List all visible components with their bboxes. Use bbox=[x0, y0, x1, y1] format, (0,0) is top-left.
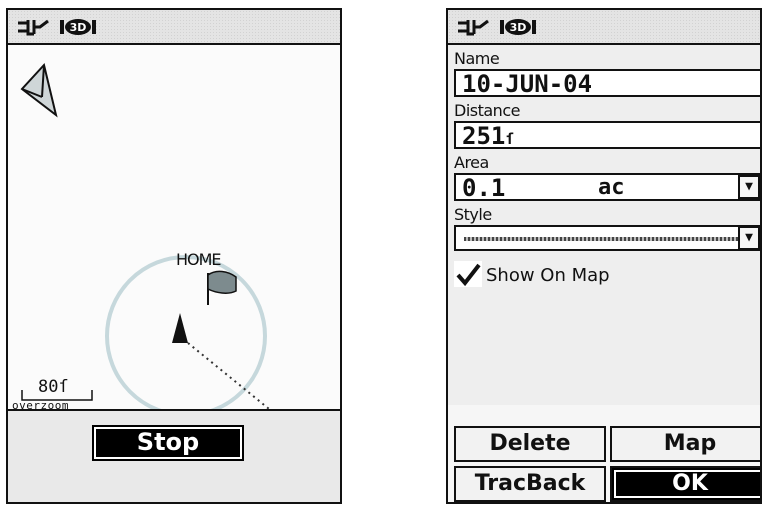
status-bar: 3D bbox=[8, 10, 340, 45]
flag-icon bbox=[207, 270, 237, 305]
checkmark-icon bbox=[456, 263, 481, 287]
area-dropdown-button[interactable]: ▼ bbox=[738, 175, 760, 199]
proximity-circle bbox=[105, 255, 267, 409]
map-screen: 3D HOME 80ſ overzoom Stop bbox=[6, 8, 342, 504]
stop-button[interactable]: Stop bbox=[92, 425, 244, 461]
status-bar: 3D bbox=[448, 10, 760, 45]
location-arrow-icon bbox=[20, 62, 58, 118]
distance-value: 251ſ bbox=[462, 122, 515, 150]
distance-field: 251ſ bbox=[454, 121, 760, 150]
antenna-icon bbox=[458, 19, 489, 36]
map-view[interactable]: HOME 80ſ overzoom bbox=[8, 45, 340, 412]
position-pointer-icon bbox=[172, 313, 188, 343]
track-form: Name 10-JUN-04 Distance 251ſ Area 0.1 ac… bbox=[448, 45, 760, 405]
name-field[interactable]: 10-JUN-04 bbox=[454, 69, 760, 98]
track-detail-screen: 3D Name 10-JUN-04 Distance 251ſ Area 0.1… bbox=[446, 8, 762, 504]
style-dropdown-button[interactable]: ▼ bbox=[738, 226, 760, 250]
show-on-map-label: Show On Map bbox=[486, 265, 610, 286]
distance-label: Distance bbox=[454, 101, 520, 120]
chevron-down-icon: ▼ bbox=[745, 230, 753, 245]
area-field[interactable]: 0.1 ac bbox=[454, 173, 760, 202]
scale-label: 80ſ bbox=[38, 377, 69, 397]
line-style-preview bbox=[464, 237, 738, 241]
area-unit: ac bbox=[598, 175, 625, 200]
ok-button[interactable]: OK bbox=[610, 466, 760, 502]
area-value: 0.1 bbox=[462, 174, 506, 202]
svg-text:3D: 3D bbox=[70, 21, 87, 34]
chevron-down-icon: ▼ bbox=[745, 179, 753, 194]
distance-unit: ſ bbox=[505, 130, 515, 148]
style-field[interactable] bbox=[454, 225, 760, 251]
waypoint-label: HOME bbox=[176, 250, 222, 269]
map-button[interactable]: Map bbox=[610, 426, 760, 462]
tracback-button[interactable]: TracBack bbox=[454, 466, 606, 502]
control-area: Stop bbox=[8, 409, 340, 502]
name-label: Name bbox=[454, 49, 500, 68]
show-on-map-checkbox[interactable] bbox=[454, 261, 482, 287]
delete-button[interactable]: Delete bbox=[454, 426, 606, 462]
3d-fix-icon: 3D bbox=[500, 19, 536, 35]
antenna-icon bbox=[18, 19, 49, 36]
svg-text:3D: 3D bbox=[510, 21, 527, 34]
area-label: Area bbox=[454, 153, 489, 172]
3d-fix-icon: 3D bbox=[60, 19, 96, 35]
name-value: 10-JUN-04 bbox=[462, 70, 593, 98]
style-label: Style bbox=[454, 205, 492, 224]
